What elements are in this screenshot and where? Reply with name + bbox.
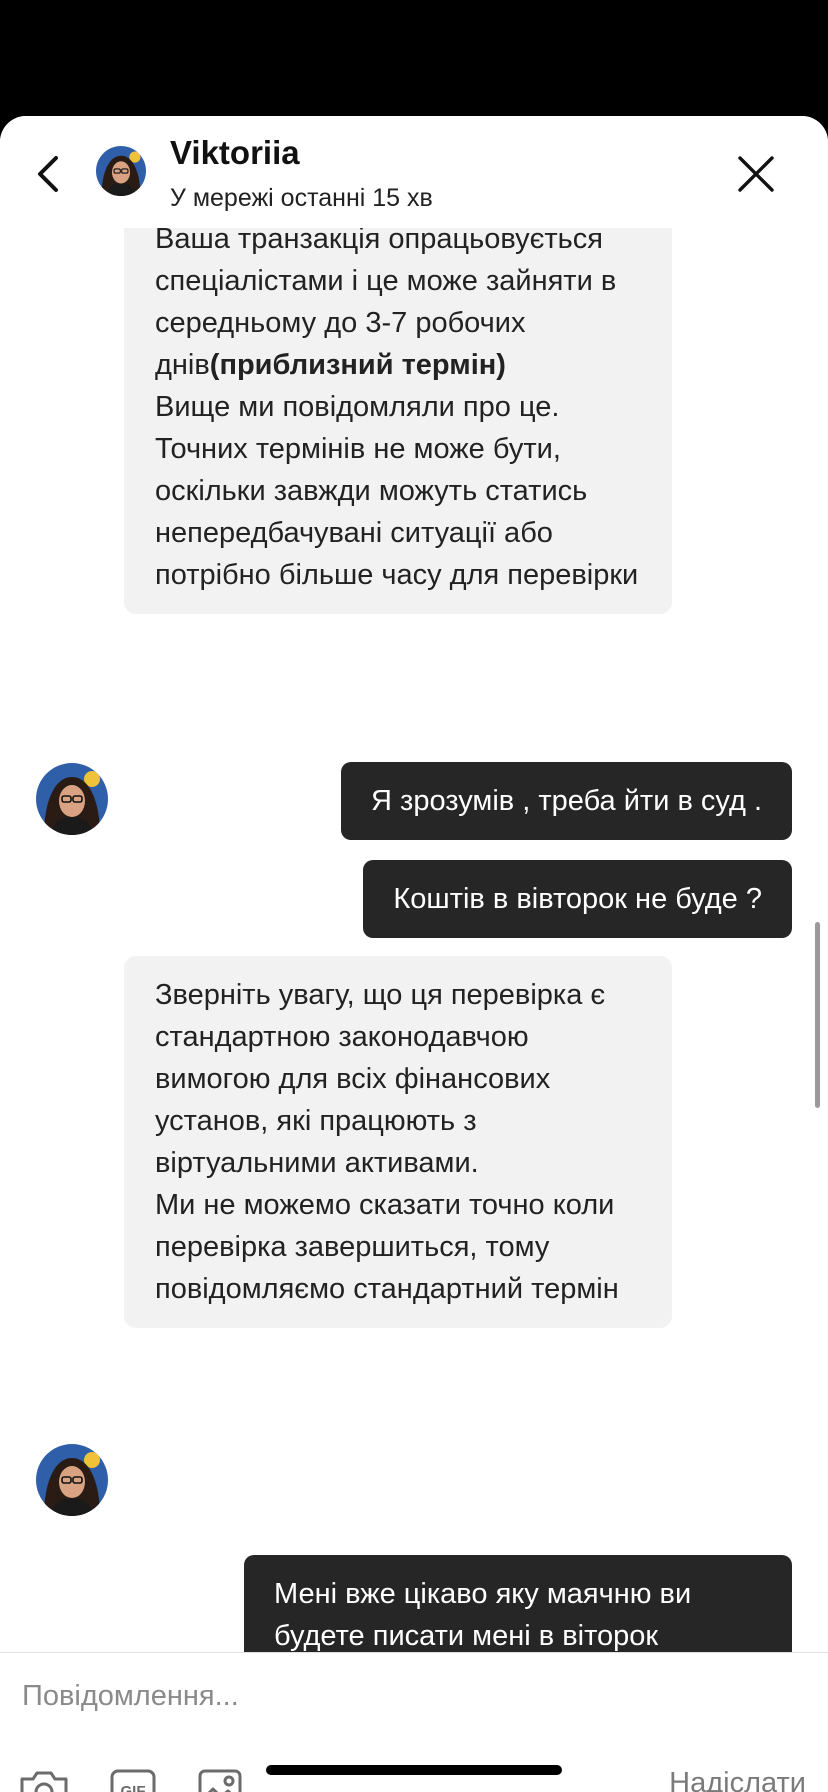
- avatar[interactable]: [36, 763, 108, 835]
- incoming-message: Зверніть увагу, що ця перевірка є станда…: [124, 956, 672, 1328]
- avatar[interactable]: [96, 146, 146, 196]
- image-icon[interactable]: [198, 1767, 242, 1792]
- outgoing-message: Коштів в вівторок не буде ?: [363, 860, 792, 938]
- message-text-bold: (приблизний термін): [209, 349, 506, 381]
- camera-icon[interactable]: [18, 1767, 70, 1792]
- avatar[interactable]: [36, 1444, 108, 1516]
- outgoing-message: Я зрозумів , треба йти в суд .: [341, 762, 792, 840]
- gif-icon[interactable]: GIF: [110, 1767, 156, 1792]
- message-input[interactable]: [20, 1667, 804, 1725]
- incoming-message: Ваша транзакція опрацьовується спеціаліс…: [124, 228, 672, 614]
- message-text: Я зрозумів , треба йти в суд .: [371, 785, 762, 817]
- message-thread[interactable]: Ваша транзакція опрацьовується спеціаліс…: [0, 228, 828, 1652]
- message-text: Мені вже цікаво яку маячню ви будете пис…: [274, 1578, 692, 1652]
- send-button[interactable]: Надіслати: [669, 1767, 806, 1792]
- contact-name[interactable]: Viktoriia: [170, 134, 300, 172]
- chat-sheet: Viktoriia У мережі останні 15 хв Ваша тр…: [0, 116, 828, 1792]
- home-indicator[interactable]: [266, 1765, 562, 1775]
- online-status: У мережі останні 15 хв: [170, 184, 433, 212]
- scrollbar[interactable]: [815, 922, 820, 1108]
- message-text: Вище ми повідомляли про це. Точних термі…: [155, 391, 639, 591]
- message-text: Зверніть увагу, що ця перевірка є станда…: [155, 979, 606, 1179]
- outgoing-message: Мені вже цікаво яку маячню ви будете пис…: [244, 1555, 792, 1652]
- close-button[interactable]: [734, 152, 778, 196]
- message-text: Ми не можемо сказати точно коли перевірк…: [155, 1189, 619, 1305]
- chat-header: Viktoriia У мережі останні 15 хв: [0, 116, 828, 228]
- message-text: Коштів в вівторок не буде ?: [393, 883, 762, 915]
- back-button[interactable]: [28, 146, 72, 202]
- svg-text:GIF: GIF: [121, 1783, 146, 1792]
